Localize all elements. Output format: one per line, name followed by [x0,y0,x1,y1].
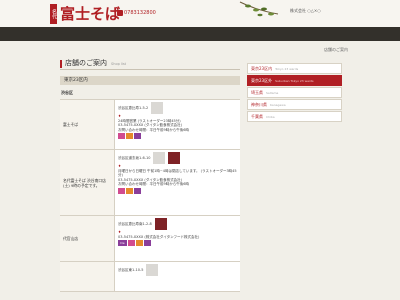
site-logo[interactable]: 名代 富士そば [50,3,120,24]
nav-band [0,27,400,41]
table-row: 富士そば 渋谷区恵比寿1-5-2 ♦ 24時間営業 (ラストオーダー23時45分… [60,100,240,150]
breadcrumb[interactable]: 店舗のご案内 [324,47,348,53]
store-info: 渋谷区道玄坂1-6-10 ♦ 月曜日から日曜日 午前1時~4時は閉店しています。… [115,150,240,215]
store-photo[interactable] [154,218,167,230]
sidebar-item-tokyo23[interactable]: 東京23区内 Tokyo 23 wards [247,63,342,74]
area-label: 渋谷区 [61,90,73,95]
store-info: 渋谷区恵比寿1-5-2 ♦ 24時間営業 (ラストオーダー23時45分) 03-… [115,100,240,149]
title-accent [60,59,62,68]
address-line: 渋谷区道玄坂1-6-10 [118,152,237,164]
store-name[interactable]: 代官山店 [60,216,115,261]
logo-mark: 名代 [50,3,57,24]
service-icons [118,133,237,139]
store-address: 渋谷区東1-10-5 [118,267,144,272]
decorative-branch-icon [239,1,279,17]
service-icon-orange [136,240,143,246]
store-tel: 03-5475-XXXX (株式会社ダイタンフード株式会社) [118,234,200,239]
company-name: 株式会社 ○△×○ [290,8,321,13]
sidebar-item-label: 神奈川県 [251,101,267,107]
sidebar-item-en: Tokyo 23 wards [275,66,299,71]
sidebar-item-en: Chiba [266,114,275,119]
sidebar: 東京23区内 Tokyo 23 wards 東京23区外 Suburban To… [247,63,342,123]
store-notes: お問い合わせ時間：平日午前9時から午後6時 [118,182,189,186]
service-icon-pink [118,133,125,139]
site-header: 名代 富士そば 0783132800 株式会社 ○△×○ [0,0,400,27]
sidebar-item-label: 東京23区内 [251,65,273,71]
service-icon-orange [126,187,133,194]
store-info: 渋谷区東1-10-5 [115,262,240,291]
store-name[interactable] [60,262,115,291]
service-icon-pink [118,187,125,194]
section-heading: 東京23区内 [60,76,240,85]
table-row: 代官山店 渋谷区恵比寿南1-2-8 ♦ 03-5475-XXXX (株式会社ダイ… [60,216,240,262]
store-table: 富士そば 渋谷区恵比寿1-5-2 ♦ 24時間営業 (ラストオーダー23時45分… [60,99,240,292]
store-photo[interactable] [153,152,166,164]
sidebar-item-kanagawa[interactable]: 神奈川県 Kanagawa [247,99,342,110]
sidebar-item-chiba[interactable]: 千葉県 Chiba [247,111,342,122]
store-notes: お問い合わせ時間：平日午前9時から午後6時 [118,127,189,132]
store-hours: 月曜日から日曜日 午前1時~4時は閉店しています。 (ラストオーダー3時45分) [118,168,237,178]
service-icon-pink [128,240,135,246]
sidebar-item-label: 東京23区外 [251,77,273,83]
service-icon-purple [134,187,141,194]
service-icon-purple [144,240,151,246]
address-line: 渋谷区恵比寿1-5-2 [118,102,237,114]
store-name[interactable]: 富士そば [60,100,115,149]
store-photo[interactable] [151,102,164,114]
store-photo-2[interactable] [168,152,181,164]
service-icon-purple: De [118,240,127,246]
address-line: 渋谷区恵比寿南1-2-8 [118,218,237,230]
sidebar-item-tokyo-suburb[interactable]: 東京23区外 Suburban Tokyo 23 wards [247,75,342,86]
sidebar-item-en: Kanagawa [270,102,286,107]
table-row: 名代富士そば 渋谷南口店 (土) 9時の予定です。 渋谷区道玄坂1-6-10 ♦… [60,150,240,216]
phone-icon [117,10,123,16]
service-icons [118,187,237,194]
store-name[interactable]: 名代富士そば 渋谷南口店 (土) 9時の予定です。 [60,150,115,215]
page-title: 店舗のご案内 [65,59,107,67]
logo-name: 富士そば [60,5,121,23]
service-icon-orange [126,133,133,139]
page-title-en: Shop list [111,62,127,66]
sidebar-item-en: Suburban Tokyo 23 wards [275,78,314,83]
sidebar-item-saitama[interactable]: 埼玉県 Saitama [247,87,342,98]
store-address: 渋谷区恵比寿1-5-2 [118,105,149,110]
sidebar-item-label: 埼玉県 [251,89,263,95]
address-line: 渋谷区東1-10-5 [118,264,237,276]
store-address: 渋谷区恵比寿南1-2-8 [118,221,152,226]
main-content: 店舗のご案内 Shop list 東京23区内 渋谷区 富士そば 渋谷区恵比寿1… [60,58,240,292]
store-photo[interactable] [146,264,159,276]
table-row: 渋谷区東1-10-5 [60,262,240,292]
sidebar-item-label: 千葉県 [251,113,263,119]
page-title-row: 店舗のご案内 Shop list [60,58,240,70]
header-phone[interactable]: 0783132800 [117,10,156,16]
service-icons: De [118,240,237,246]
store-info: 渋谷区恵比寿南1-2-8 ♦ 03-5475-XXXX (株式会社ダイタンフード… [115,216,240,261]
sidebar-item-en: Saitama [266,90,279,95]
phone-number: 0783132800 [124,10,156,16]
service-icon-purple [134,133,141,139]
store-address: 渋谷区道玄坂1-6-10 [118,155,151,160]
